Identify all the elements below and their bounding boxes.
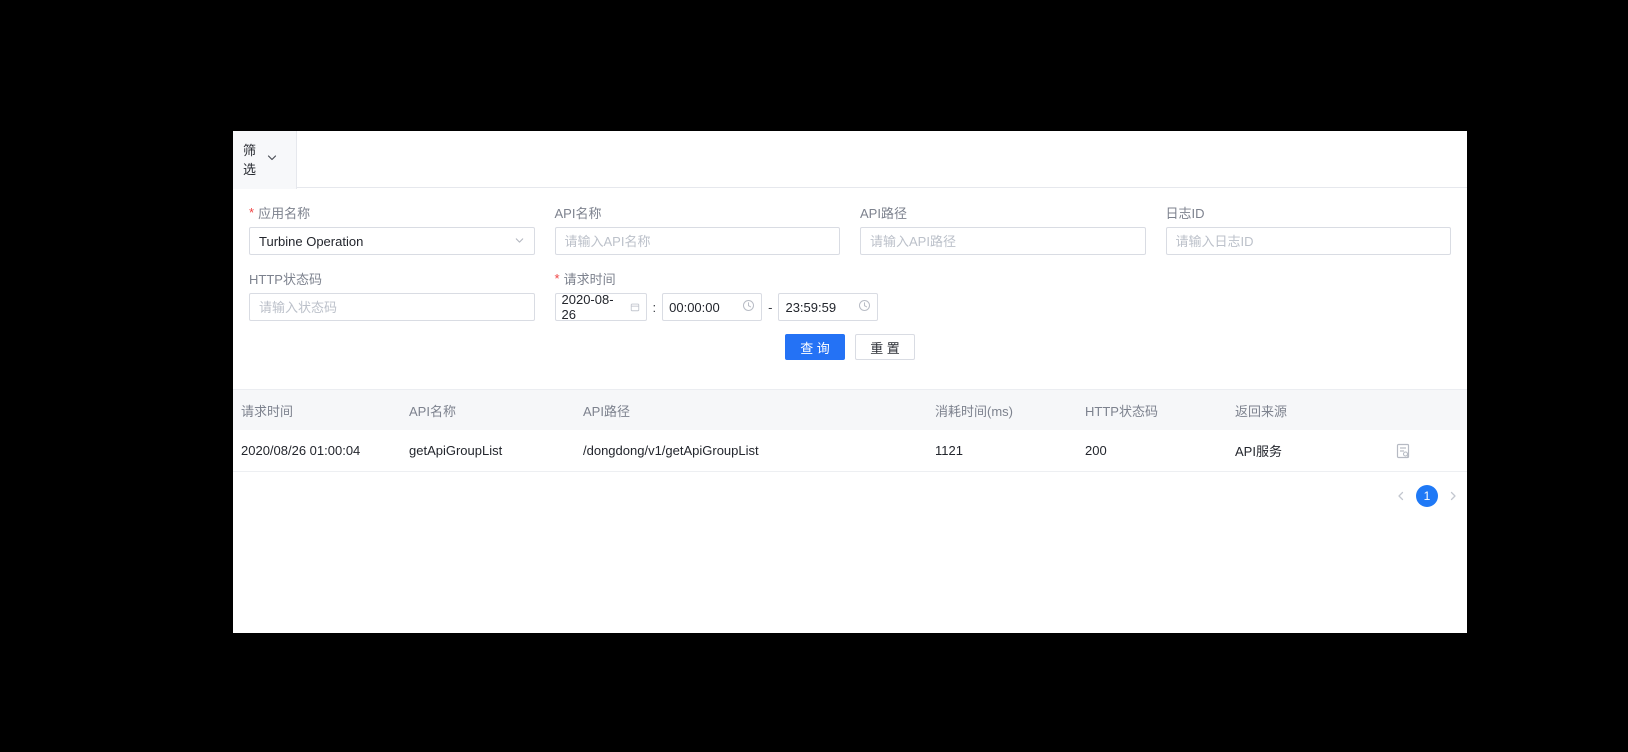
cell-elapsed-ms: 1121 (935, 443, 963, 458)
request-time-label: * 请求时间 (554, 270, 616, 287)
time-colon-separator: : (652, 299, 657, 315)
field-log-id: 日志ID (1165, 203, 1451, 255)
col-api-path: API路径 (583, 403, 630, 419)
filter-row-1: * 应用名称 Turbine Operation API名称 API路径 (249, 203, 1451, 255)
api-log-panel: 筛选 * 应用名称 Turbine Operation API名称 请输入API… (233, 131, 1467, 633)
page-number-1[interactable]: 1 (1416, 485, 1438, 507)
filter-row-2: HTTP状态码 * 请求时间 2020-08-26 : (249, 269, 1451, 322)
log-table: 请求时间 API名称 API路径 消耗时间(ms) HTTP状态码 返回来源 2… (233, 390, 1467, 507)
http-status-input[interactable] (249, 293, 535, 321)
table-row: 2020/08/26 01:00:04 getApiGroupList /don… (233, 430, 1467, 472)
cell-request-time: 2020/08/26 01:00:04 (241, 443, 361, 458)
filter-tab-label: 筛选 (243, 143, 257, 177)
cell-api-name: getApiGroupList (409, 443, 503, 458)
col-request-time: 请求时间 (241, 403, 294, 419)
time-dash-separator: - (768, 299, 773, 315)
search-button[interactable]: 查 询 (785, 334, 845, 360)
field-api-path: API路径 (860, 203, 1146, 255)
chevron-down-icon (266, 151, 278, 169)
app-name-value: Turbine Operation (259, 233, 364, 249)
cell-http-status: 200 (1085, 443, 1107, 458)
date-picker[interactable]: 2020-08-26 (554, 292, 647, 322)
filter-buttons: 查 询 重 置 (249, 334, 1451, 389)
app-name-label: * 应用名称 (249, 204, 311, 221)
filter-tabbar: 筛选 (233, 131, 1467, 189)
field-http-status: HTTP状态码 (249, 269, 535, 321)
start-time-value: 00:00:00 (669, 299, 720, 315)
api-name-label: API名称 (554, 205, 602, 221)
filter-collapse-tab[interactable]: 筛选 (233, 131, 297, 189)
col-api-name: API名称 (409, 403, 456, 419)
log-id-label: 日志ID (1165, 205, 1205, 221)
log-id-input[interactable] (1165, 227, 1451, 255)
chevron-right-icon[interactable] (1447, 490, 1459, 502)
cell-actions (1395, 443, 1467, 459)
http-status-label: HTTP状态码 (249, 271, 322, 287)
api-path-input[interactable] (860, 227, 1146, 255)
reset-button[interactable]: 重 置 (855, 334, 915, 360)
col-http-status: HTTP状态码 (1085, 403, 1158, 419)
field-app-name: * 应用名称 Turbine Operation (249, 203, 535, 255)
required-marker: * (554, 270, 560, 286)
pagination: 1 (233, 485, 1467, 507)
clock-icon (858, 299, 871, 315)
api-path-label: API路径 (860, 205, 907, 221)
cell-source: API服务 (1235, 444, 1282, 459)
chevron-left-icon[interactable] (1395, 490, 1407, 502)
date-value: 2020-08-26 (561, 292, 614, 322)
api-name-input[interactable] (554, 227, 840, 255)
calendar-icon (630, 300, 640, 315)
cell-api-path: /dongdong/v1/getApiGroupList (583, 443, 759, 458)
end-time-value: 23:59:59 (785, 299, 837, 315)
start-time-picker[interactable]: 00:00:00 (662, 293, 763, 321)
table-header-row: 请求时间 API名称 API路径 消耗时间(ms) HTTP状态码 返回来源 (233, 390, 1467, 430)
col-elapsed-ms: 消耗时间(ms) (935, 403, 1013, 419)
field-request-time: * 请求时间 2020-08-26 : 00:00:00 - 23:59:59 (554, 269, 1146, 322)
end-time-picker[interactable]: 23:59:59 (778, 293, 879, 321)
clock-icon (742, 299, 755, 315)
view-log-icon[interactable] (1395, 443, 1411, 459)
request-time-controls: 2020-08-26 : 00:00:00 - 23:59:59 (554, 292, 1146, 322)
app-name-select[interactable]: Turbine Operation (249, 227, 535, 255)
chevron-down-icon (514, 234, 525, 249)
filter-form: * 应用名称 Turbine Operation API名称 API路径 (233, 188, 1467, 390)
col-source: 返回来源 (1235, 403, 1288, 419)
field-api-name: API名称 (554, 203, 840, 255)
required-marker: * (249, 204, 255, 220)
